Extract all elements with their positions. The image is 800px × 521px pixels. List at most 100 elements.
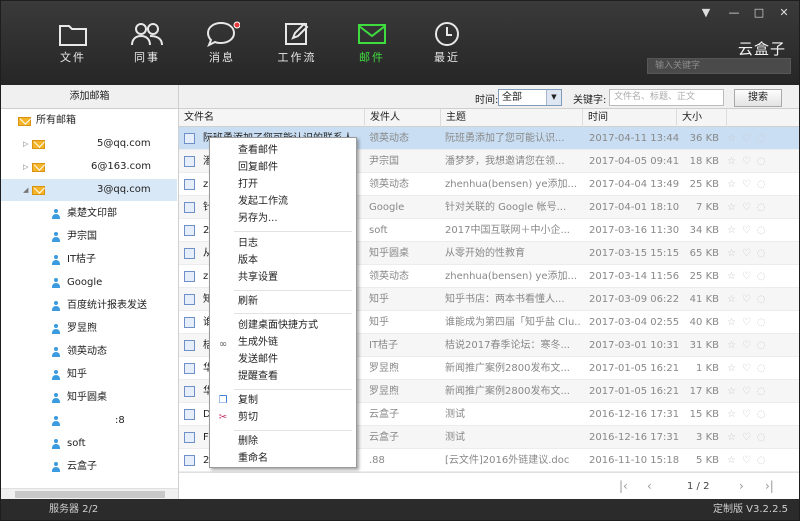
sidebar-folder[interactable]: 百度统计报表发送 [1,295,177,317]
sidebar-folder[interactable]: 知乎 [1,364,177,386]
scissors-icon: ✂ [218,412,228,423]
column-header-subject[interactable]: 主题 [441,109,583,127]
link-icon: ∞ [218,339,228,350]
menu-open[interactable]: 打开 [238,176,348,193]
menu-reply-mail[interactable]: 回复邮件 [238,159,348,176]
row-time: 2017-03-04 02:55 [589,317,679,328]
sidebar-folder[interactable]: 知乎圆桌 [1,387,177,409]
menu-rename[interactable]: 重命名 [238,450,348,467]
menu-delete[interactable]: 删除 [238,433,348,450]
menu-generate-link[interactable]: 生成外链 [238,334,348,351]
expand-arrow-icon[interactable]: ▷ [23,156,28,178]
row-flag-icons[interactable]: ☆♡◌ [727,380,787,403]
sidebar-folder[interactable]: Google [1,272,177,294]
row-flag-icons[interactable]: ☆♡◌ [727,196,787,219]
nav-messages[interactable]: 消息 [192,15,252,73]
row-flag-icons[interactable]: ☆♡◌ [727,426,787,449]
chevron-down-icon[interactable]: ▼ [546,90,561,105]
nav-files[interactable]: 文件 [43,15,103,73]
row-time: 2017-01-05 16:21 [589,386,679,397]
folder-label: soft [67,438,86,449]
search-button[interactable]: 搜索 [734,89,782,107]
menu-view-mail[interactable]: 查看邮件 [238,142,348,159]
menu-separator [234,290,352,291]
row-flag-icons[interactable]: ☆♡◌ [727,288,787,311]
expand-arrow-icon[interactable]: ▷ [23,133,28,155]
folder-label: 百度统计报表发送 [67,300,147,311]
minimize-button[interactable]: — [726,6,742,20]
row-flag-icons[interactable]: ☆♡◌ [727,311,787,334]
row-flag-icons[interactable]: ☆♡◌ [727,334,787,357]
first-page-icon[interactable]: |‹ [619,479,628,493]
sidebar-folder[interactable]: 云盒子 [1,456,177,478]
column-header-sender[interactable]: 发件人 [365,109,441,127]
row-flag-icons[interactable]: ☆♡◌ [727,403,787,426]
sidebar-folder[interactable]: soft [1,433,177,455]
column-header-time[interactable]: 时间 [583,109,677,127]
nav-workflow[interactable]: 工作流 [267,15,327,73]
column-header-size[interactable]: 大小 [677,109,727,127]
sidebar-folder[interactable]: 尹宗国 [1,226,177,248]
add-mailbox-button[interactable]: 添加邮箱 [1,85,179,109]
collapse-arrow-icon[interactable]: ◢ [23,179,28,201]
menu-log[interactable]: 日志 [238,235,348,252]
row-flag-icons[interactable]: ☆♡◌ [727,219,787,242]
menu-save-as[interactable]: 另存为... [238,210,348,227]
scrollbar-thumb[interactable] [15,491,165,498]
row-flag-icons[interactable]: ☆♡◌ [727,265,787,288]
dropdown-window-button[interactable]: ▼ [698,6,714,20]
last-page-icon[interactable]: ›| [765,479,774,493]
row-flag-icons[interactable]: ☆♡◌ [727,242,787,265]
menu-cut[interactable]: 剪切 [238,409,348,426]
menu-share-settings[interactable]: 共享设置 [238,269,348,286]
nav-recent[interactable]: 最近 [417,15,477,73]
maximize-button[interactable]: □ [751,6,767,20]
global-search-input[interactable]: 输入关键字 [647,58,791,74]
menu-remind-view[interactable]: 提醒查看 [238,368,348,385]
prev-page-icon[interactable]: ‹ [647,479,652,493]
row-flag-icons[interactable]: ☆♡◌ [727,150,787,173]
menu-create-shortcut[interactable]: 创建桌面快捷方式 [238,317,348,334]
row-size: 36 KB [689,133,719,144]
sidebar-folder[interactable]: :8 [1,410,177,432]
context-menu: 查看邮件 回复邮件 打开 发起工作流 另存为... 日志 版本 共享设置 刷新 … [209,137,357,468]
nav-colleagues[interactable]: 同事 [117,15,177,73]
keyword-input[interactable]: 文件名、标题、正文 [609,89,724,106]
row-sender: .88 [369,455,385,466]
next-page-icon[interactable]: › [739,479,744,493]
close-button[interactable]: ✕ [776,6,792,20]
file-icon [184,271,195,282]
menu-copy[interactable]: 复制 [238,392,348,409]
sidebar-folder[interactable]: IT桔子 [1,249,177,271]
row-subject: 新闻推广案例2800发布文... [445,363,570,374]
row-time: 2017-01-05 16:21 [589,363,679,374]
menu-start-workflow[interactable]: 发起工作流 [238,193,348,210]
copy-icon: ❐ [218,395,228,406]
file-icon [184,340,195,351]
menu-refresh[interactable]: 刷新 [238,293,348,310]
row-flag-icons[interactable]: ☆♡◌ [727,127,787,150]
column-header-filename[interactable]: 文件名 [179,109,365,127]
sidebar-folder[interactable]: 领英动态 [1,341,177,363]
envelope-icon [32,163,45,172]
row-flag-icons[interactable]: ☆♡◌ [727,449,787,472]
nav-mail[interactable]: 邮件 [342,15,402,73]
row-size: 25 KB [689,179,719,190]
sidebar-folder[interactable]: 桌楚文印部 [1,203,177,225]
row-flag-icons[interactable]: ☆♡◌ [727,173,787,196]
time-filter-select[interactable]: 全部 ▼ [498,89,562,106]
row-flag-icons[interactable]: ☆♡◌ [727,357,787,380]
sidebar-horizontal-scrollbar[interactable] [1,488,178,499]
account-item[interactable]: ▷ 6@163.com [1,156,177,178]
contact-icon [51,209,61,219]
account-item[interactable]: ▷ 5@qq.com [1,133,177,155]
nav-messages-label: 消息 [209,51,235,64]
menu-version[interactable]: 版本 [238,252,348,269]
all-mailboxes[interactable]: 所有邮箱 [1,110,177,132]
menu-send-mail[interactable]: 发送邮件 [238,351,348,368]
folder-label: :8 [115,415,125,426]
sidebar-folder[interactable]: 罗昱煦 [1,318,177,340]
nav-recent-label: 最近 [434,51,460,64]
account-item-selected[interactable]: ◢ 3@qq.com [1,179,177,201]
folder-label: 罗昱煦 [67,323,97,334]
